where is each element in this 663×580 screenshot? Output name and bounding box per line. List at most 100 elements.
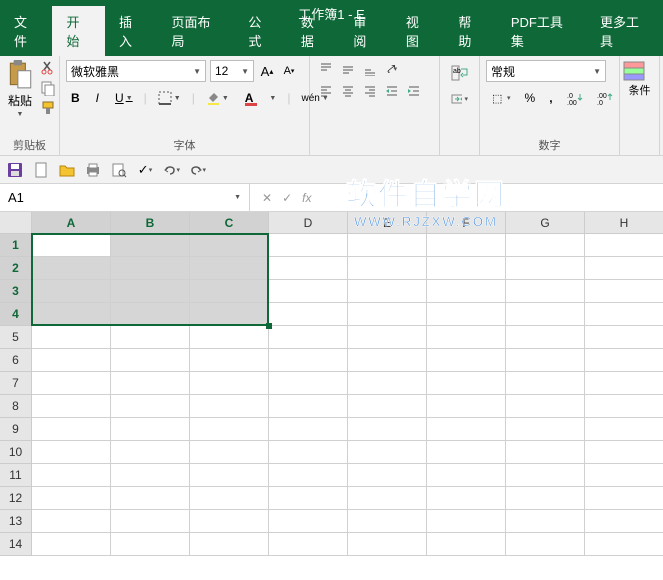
cell[interactable] (427, 372, 506, 395)
cell[interactable] (506, 234, 585, 257)
cell[interactable] (506, 303, 585, 326)
row-header[interactable]: 8 (0, 395, 32, 418)
cut-icon[interactable] (40, 60, 56, 76)
cell[interactable] (269, 395, 348, 418)
column-header[interactable]: E (348, 212, 427, 234)
save-button[interactable] (6, 161, 24, 179)
cell[interactable] (111, 234, 190, 257)
row-header[interactable]: 14 (0, 533, 32, 556)
cell[interactable] (427, 257, 506, 280)
cell[interactable] (427, 303, 506, 326)
cell[interactable] (585, 395, 663, 418)
cell[interactable] (111, 303, 190, 326)
cell[interactable] (506, 349, 585, 372)
decrease-indent-button[interactable] (382, 82, 402, 100)
align-top-button[interactable] (316, 60, 336, 78)
cell[interactable] (190, 418, 269, 441)
tab-moretools[interactable]: 更多工具 (586, 6, 663, 56)
cell[interactable] (506, 326, 585, 349)
column-header[interactable]: H (585, 212, 663, 234)
cell[interactable] (427, 533, 506, 556)
number-format-combo[interactable]: 常规 ▼ (486, 60, 606, 82)
fill-color-button[interactable]: ▼ (201, 88, 234, 108)
format-painter-icon[interactable] (40, 100, 56, 116)
font-size-combo[interactable]: 12 ▼ (210, 60, 254, 82)
percent-button[interactable]: % (520, 88, 541, 108)
cell[interactable] (269, 441, 348, 464)
cell[interactable] (32, 234, 111, 257)
increase-font-button[interactable]: A▴ (258, 61, 276, 81)
row-header[interactable]: 6 (0, 349, 32, 372)
cell[interactable] (32, 372, 111, 395)
cell[interactable] (32, 280, 111, 303)
cell[interactable] (32, 533, 111, 556)
cell[interactable] (190, 441, 269, 464)
copy-icon[interactable] (40, 80, 56, 96)
cell[interactable] (269, 234, 348, 257)
cell[interactable] (348, 487, 427, 510)
column-header[interactable]: C (190, 212, 269, 234)
cell[interactable] (506, 441, 585, 464)
cell[interactable] (427, 464, 506, 487)
cell[interactable] (190, 326, 269, 349)
cell[interactable] (190, 395, 269, 418)
cell[interactable] (32, 257, 111, 280)
cell[interactable] (32, 395, 111, 418)
align-bottom-button[interactable] (360, 60, 380, 78)
row-header[interactable]: 7 (0, 372, 32, 395)
cell[interactable] (190, 372, 269, 395)
row-header[interactable]: 4 (0, 303, 32, 326)
wrap-text-button[interactable]: ab (446, 62, 473, 84)
insert-function-button[interactable]: fx (302, 191, 311, 205)
cell[interactable] (348, 326, 427, 349)
cell[interactable] (427, 418, 506, 441)
cell[interactable] (348, 395, 427, 418)
cell[interactable] (506, 487, 585, 510)
tab-view[interactable]: 视图 (392, 6, 444, 56)
tab-file[interactable]: 文件 (0, 6, 52, 56)
print-preview-button[interactable] (110, 161, 128, 179)
spellcheck-button[interactable]: ✓▾ (136, 161, 154, 179)
cell[interactable] (111, 280, 190, 303)
undo-button[interactable]: ▾ (162, 161, 180, 179)
cell[interactable] (585, 257, 663, 280)
cell[interactable] (427, 487, 506, 510)
cell[interactable] (506, 280, 585, 303)
row-header[interactable]: 11 (0, 464, 32, 487)
row-header[interactable]: 12 (0, 487, 32, 510)
cell[interactable] (32, 464, 111, 487)
cell[interactable] (585, 464, 663, 487)
cell[interactable] (111, 257, 190, 280)
tab-pdftools[interactable]: PDF工具集 (497, 6, 586, 56)
cell[interactable] (190, 464, 269, 487)
align-right-button[interactable] (360, 82, 380, 100)
cell[interactable] (427, 326, 506, 349)
cell[interactable] (269, 533, 348, 556)
tab-formulas[interactable]: 公式 (234, 6, 286, 56)
cell[interactable] (269, 487, 348, 510)
cell[interactable] (585, 349, 663, 372)
row-header[interactable]: 3 (0, 280, 32, 303)
cell[interactable] (585, 372, 663, 395)
cell[interactable] (348, 234, 427, 257)
cell[interactable] (32, 441, 111, 464)
cell[interactable] (348, 372, 427, 395)
cell[interactable] (427, 395, 506, 418)
cell[interactable] (269, 372, 348, 395)
cell[interactable] (506, 257, 585, 280)
cell[interactable] (111, 487, 190, 510)
cell[interactable] (111, 418, 190, 441)
name-box-input[interactable] (8, 190, 68, 205)
tab-pagelayout[interactable]: 页面布局 (157, 6, 234, 56)
cancel-formula-button[interactable]: ✕ (262, 191, 272, 205)
increase-decimal-button[interactable]: .0.00 (562, 88, 588, 108)
row-header[interactable]: 2 (0, 257, 32, 280)
paste-button[interactable]: 粘贴 ▼ (6, 60, 34, 135)
borders-button[interactable]: ▼ (153, 88, 186, 108)
italic-button[interactable]: I (91, 88, 104, 108)
cell[interactable] (585, 326, 663, 349)
merge-center-button[interactable]: ▾ (446, 88, 473, 110)
print-button[interactable] (84, 161, 102, 179)
cell[interactable] (506, 510, 585, 533)
open-button[interactable] (58, 161, 76, 179)
